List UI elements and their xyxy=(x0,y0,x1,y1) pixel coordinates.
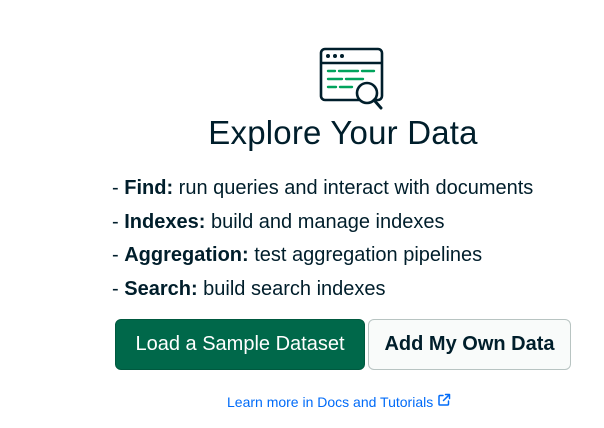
external-link-icon xyxy=(438,393,451,406)
add-own-data-button[interactable]: Add My Own Data xyxy=(368,319,571,370)
list-item: - Find: run queries and interact with do… xyxy=(112,172,533,206)
list-item: - Aggregation: test aggregation pipeline… xyxy=(112,239,533,273)
feature-description: build and manage indexes xyxy=(210,210,445,233)
load-sample-dataset-button[interactable]: Load a Sample Dataset xyxy=(115,319,365,370)
list-item: - Indexes: build and manage indexes xyxy=(112,206,533,240)
feature-description: build search indexes xyxy=(203,277,386,300)
docs-link-label: Learn more in Docs and Tutorials xyxy=(227,394,434,410)
feature-description: test aggregation pipelines xyxy=(254,244,483,266)
feature-name: Find: xyxy=(124,177,174,199)
page-title: Explore Your Data xyxy=(208,114,478,151)
feature-name: Search: xyxy=(124,277,198,300)
list-item: - Search: build search indexes xyxy=(112,273,533,307)
feature-name: Aggregation: xyxy=(124,244,249,266)
bullet: - xyxy=(112,277,119,300)
feature-description: run queries and interact with documents xyxy=(178,177,534,199)
docs-tutorials-link[interactable]: Learn more in Docs and Tutorials xyxy=(227,392,451,412)
feature-list: - Find: run queries and interact with do… xyxy=(112,172,533,306)
bullet: - xyxy=(112,177,119,199)
bullet: - xyxy=(112,210,119,233)
feature-name: Indexes: xyxy=(124,210,206,233)
bullet: - xyxy=(112,244,119,266)
document-search-icon xyxy=(319,47,384,110)
explore-data-empty-state: Explore Your Data - Find: run queries an… xyxy=(0,0,604,428)
